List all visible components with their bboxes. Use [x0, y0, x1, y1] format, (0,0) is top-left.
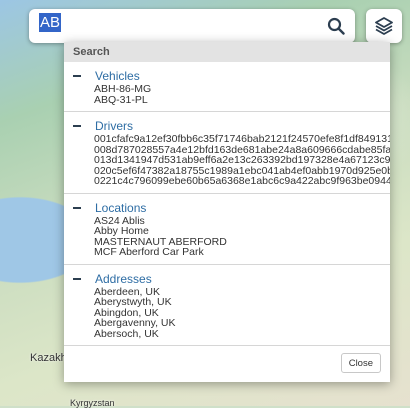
- list-item[interactable]: 001cfafc9a12ef30fbb6c35f71746bab2121f245…: [94, 134, 390, 145]
- map-label-kazakh: Kazakh: [30, 352, 67, 364]
- map-label-kyrgyzstan: Kyrgyzstan: [70, 398, 115, 408]
- list-item[interactable]: Abersoch, UK: [94, 328, 390, 340]
- group-addresses: Addresses Aberdeen, UK Aberystwyth, UK A…: [64, 265, 390, 346]
- minus-icon[interactable]: [73, 206, 81, 209]
- search-input[interactable]: AB: [39, 13, 325, 38]
- layers-button[interactable]: [366, 9, 402, 43]
- panel-header: Search: [64, 42, 390, 62]
- results-list: Vehicles ABH-86-MG ABQ-31-PL Drivers 001…: [64, 62, 390, 346]
- minus-icon[interactable]: [73, 75, 81, 77]
- group-title[interactable]: Addresses: [95, 272, 152, 286]
- minus-icon[interactable]: [73, 125, 81, 127]
- list-item[interactable]: Aberystwyth, UK: [94, 297, 390, 308]
- list-item[interactable]: 013d1341947d531ab9eff6a2e13c263392bd1973…: [94, 155, 390, 166]
- group-title[interactable]: Vehicles: [95, 69, 140, 83]
- group-drivers: Drivers 001cfafc9a12ef30fbb6c35f71746bab…: [64, 112, 390, 194]
- list-item[interactable]: Abergavenny, UK: [94, 318, 390, 329]
- search-input-value: AB: [39, 13, 62, 32]
- search-icon: [327, 17, 345, 35]
- list-item[interactable]: Abby Home: [94, 226, 390, 237]
- group-title[interactable]: Locations: [95, 201, 146, 215]
- list-item[interactable]: 0221c4c796099ebe60b65a6368e1abc6c9a422ab…: [94, 176, 390, 187]
- close-button[interactable]: Close: [340, 353, 381, 373]
- group-vehicles: Vehicles ABH-86-MG ABQ-31-PL: [64, 62, 390, 112]
- search-button[interactable]: [325, 15, 347, 37]
- search-bar: AB: [29, 9, 355, 43]
- minus-icon[interactable]: [73, 277, 81, 280]
- list-item[interactable]: ABH-86-MG: [94, 84, 390, 95]
- list-item[interactable]: MCF Aberford Car Park: [94, 247, 390, 258]
- group-title[interactable]: Drivers: [95, 119, 133, 133]
- group-locations: Locations AS24 Ablis Abby Home MASTERNAU…: [64, 194, 390, 265]
- search-results-panel: Search Vehicles ABH-86-MG ABQ-31-PL Driv…: [64, 42, 390, 382]
- list-item[interactable]: ABQ-31-PL: [94, 94, 390, 106]
- layers-icon: [375, 17, 393, 35]
